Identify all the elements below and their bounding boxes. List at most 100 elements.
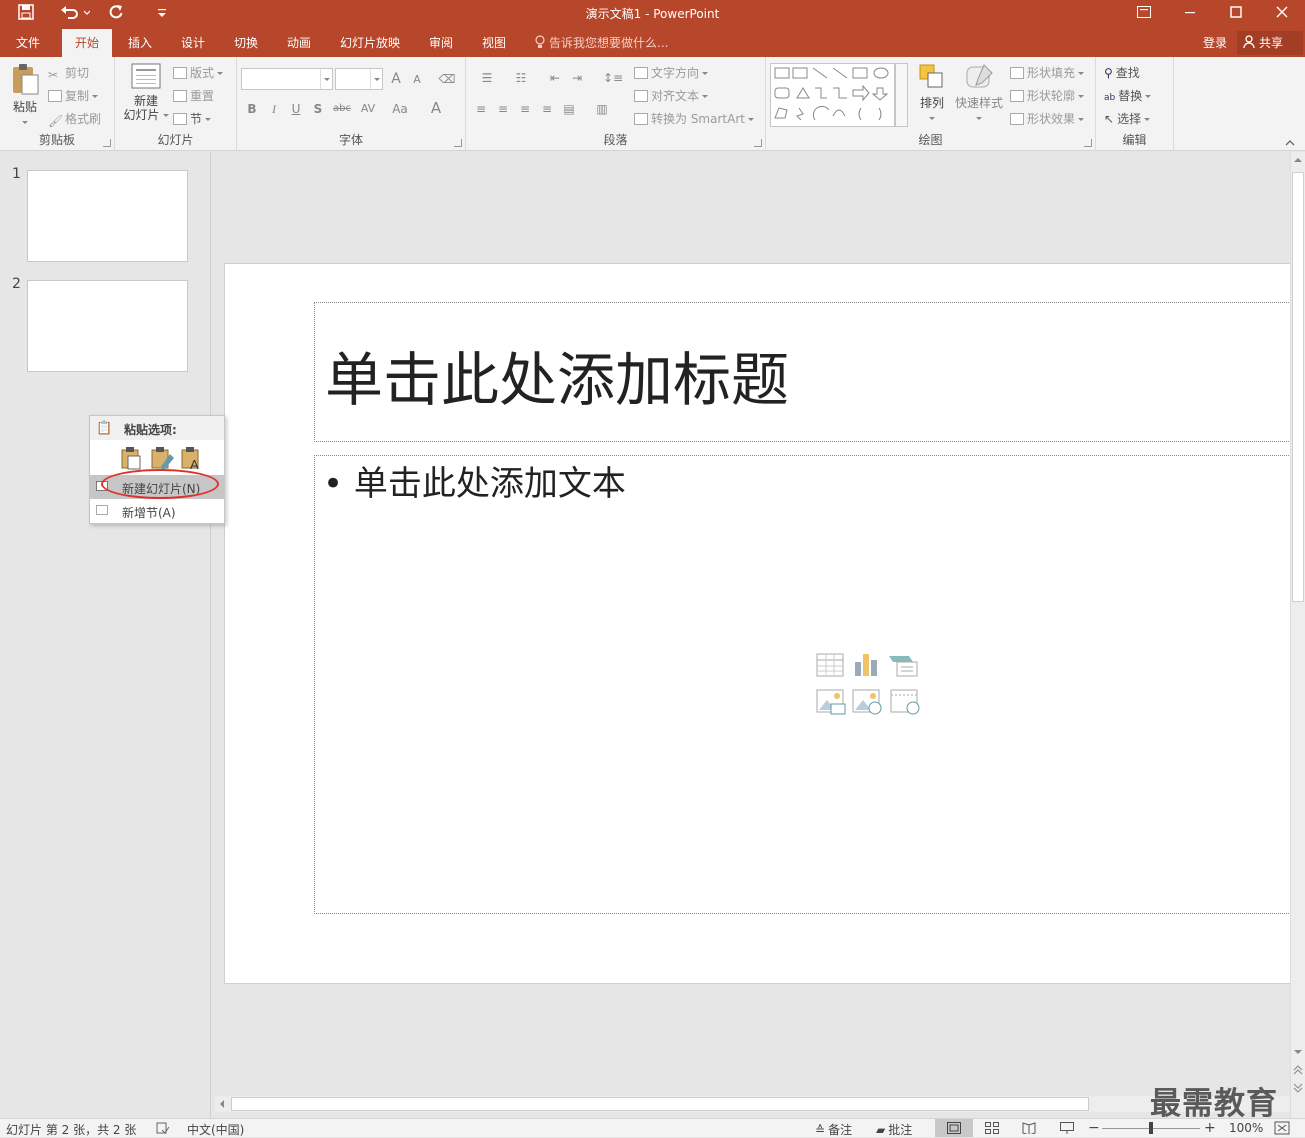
brush-icon: 🖌 [48,114,64,128]
chevron-down-icon[interactable] [320,69,332,89]
numbering-icon[interactable]: ☷ [506,69,536,87]
align-center-icon[interactable]: ≡ [494,100,512,118]
reading-view-icon[interactable] [1022,1122,1036,1136]
tab-view[interactable]: 视图 [472,29,516,57]
zoom-in-button[interactable]: + [1204,1120,1216,1136]
font-launcher-icon[interactable] [454,139,462,147]
next-slide-icon[interactable] [1293,1082,1303,1094]
font-name-combo[interactable] [241,68,333,90]
decrease-indent-icon[interactable]: ⇤ [546,69,564,87]
hscroll-thumb[interactable] [231,1097,1089,1111]
notes-button[interactable]: ≙ 备注 [815,1121,852,1138]
line-spacing-icon[interactable]: ↕≡ [598,69,628,87]
scroll-left-icon[interactable] [217,1098,229,1110]
align-left-icon[interactable]: ≡ [472,100,490,118]
columns-icon[interactable]: ▥ [590,100,614,118]
comments-button[interactable]: ▰ 批注 [876,1121,912,1138]
section-button[interactable]: 节 [173,110,212,127]
slide-thumbnail-1[interactable] [27,170,188,262]
prev-slide-icon[interactable] [1293,1064,1303,1076]
underline-button[interactable]: U [287,100,305,118]
quick-styles-button[interactable]: 快速样式 [952,63,1006,129]
fit-to-window-icon[interactable] [1274,1121,1290,1135]
grow-font-button[interactable]: A [387,70,405,88]
paste-button[interactable]: 粘贴 [8,63,42,124]
zoom-level[interactable]: 100% [1229,1121,1263,1135]
arrange-button[interactable]: 排列 [916,63,948,129]
smartart-button[interactable]: 转换为 SmartArt [634,110,754,127]
tab-home[interactable]: 开始 [62,29,112,57]
font-size-combo[interactable] [335,68,383,90]
title-placeholder[interactable]: 单击此处添加标题 [314,302,1299,442]
paragraph-launcher-icon[interactable] [754,139,762,147]
layout-button[interactable]: 版式 [173,64,224,81]
cut-button[interactable]: ✂ 剪切 [48,64,89,82]
customize-qat-icon[interactable] [150,4,174,24]
tab-insert[interactable]: 插入 [118,29,162,57]
font-color-button[interactable]: A [427,99,445,117]
zoom-out-button[interactable]: − [1088,1120,1100,1136]
clipboard-launcher-icon[interactable] [103,139,111,147]
slideshow-icon[interactable] [1060,1122,1074,1134]
find-button[interactable]: ⚲ 查找 [1104,64,1140,81]
strikethrough-button[interactable]: abc [331,100,353,118]
align-right-icon[interactable]: ≡ [516,100,534,118]
tab-review[interactable]: 审阅 [419,29,463,57]
maximize-button[interactable] [1213,0,1259,29]
distribute-icon[interactable]: ▤ [560,100,578,118]
new-slide-button[interactable]: 新建 幻灯片 [121,63,171,129]
login-link[interactable]: 登录 [1196,29,1234,57]
horizontal-scrollbar[interactable] [215,1096,1290,1112]
align-text-button[interactable]: 对齐文本 [634,87,709,104]
bullets-icon[interactable]: ☰ [472,69,502,87]
scroll-up-icon[interactable] [1293,154,1303,166]
ribbon-display-options-icon[interactable] [1121,0,1167,29]
increase-indent-icon[interactable]: ⇥ [568,69,586,87]
save-icon[interactable] [14,4,38,24]
italic-button[interactable]: I [265,100,283,118]
tab-transitions[interactable]: 切换 [224,29,268,57]
minimize-button[interactable] [1167,0,1213,29]
body-placeholder[interactable]: • 单击此处添加文本 [314,455,1299,914]
replace-button[interactable]: ab 替换 [1104,87,1152,104]
slide-thumbnail-2[interactable] [27,280,188,372]
clear-format-icon[interactable]: ⌫ [438,70,456,88]
select-button[interactable]: ↖ 选择 [1104,110,1151,127]
undo-icon[interactable] [58,4,92,24]
language-indicator[interactable]: 中文(中国) [187,1121,244,1138]
char-spacing-button[interactable]: AV [355,100,381,118]
shadow-button[interactable]: S [309,100,327,118]
shape-fill-button[interactable]: 形状填充 [1010,64,1085,81]
collapse-ribbon-icon[interactable] [1284,137,1298,149]
tab-design[interactable]: 设计 [171,29,215,57]
shape-outline-button[interactable]: 形状轮廓 [1010,87,1085,104]
text-direction-button[interactable]: 文字方向 [634,64,709,81]
vertical-scrollbar[interactable] [1290,152,1305,1118]
tab-animations[interactable]: 动画 [277,29,321,57]
shrink-font-button[interactable]: A [408,71,426,89]
menu-item-new-section[interactable]: 新增节(A) [90,499,224,523]
shapes-gallery-scroll[interactable] [895,63,908,127]
share-button[interactable]: 共享 [1237,31,1303,55]
bold-button[interactable]: B [243,100,261,118]
scroll-down-icon[interactable] [1293,1046,1303,1058]
copy-button[interactable]: 复制 [48,87,99,104]
reset-button[interactable]: 重置 [173,87,214,104]
spellcheck-icon[interactable] [156,1121,170,1135]
shapes-gallery[interactable] [770,63,895,127]
chevron-down-icon[interactable] [370,69,382,89]
change-case-button[interactable]: Aa [387,100,413,118]
tab-file[interactable]: 文件 [6,29,50,57]
zoom-slider-thumb[interactable] [1149,1122,1153,1134]
format-painter-button[interactable]: 🖌 格式刷 [48,110,101,128]
redo-icon[interactable] [104,4,128,24]
drawing-launcher-icon[interactable] [1084,139,1092,147]
shape-effects-button[interactable]: 形状效果 [1010,110,1085,127]
tab-slideshow[interactable]: 幻灯片放映 [332,29,408,57]
normal-view-button[interactable] [935,1119,973,1137]
scroll-thumb[interactable] [1292,172,1304,602]
close-button[interactable] [1259,0,1305,29]
slide-sorter-icon[interactable] [985,1122,999,1134]
justify-icon[interactable]: ≡ [538,100,556,118]
tell-me-box[interactable]: 告诉我您想要做什么... [534,29,668,57]
